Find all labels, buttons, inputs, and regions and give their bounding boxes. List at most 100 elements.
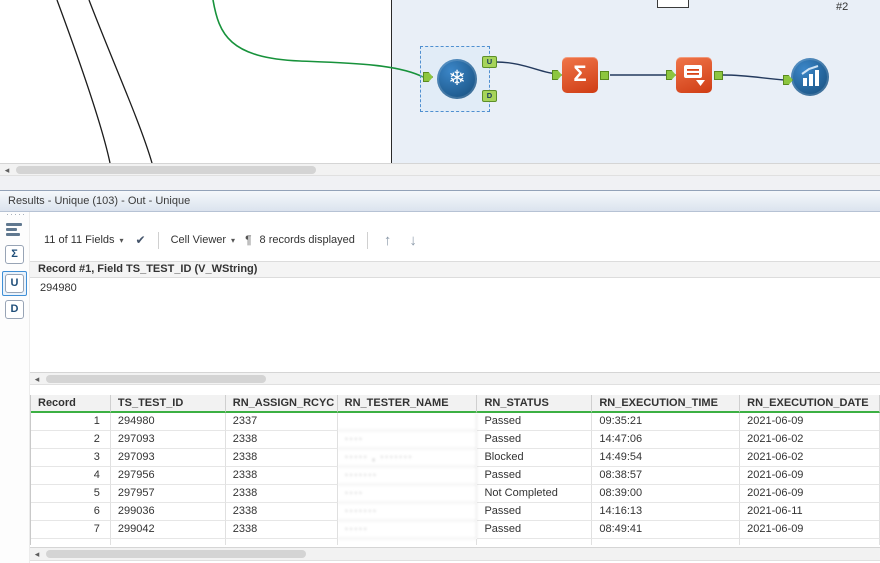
cell-test-id[interactable]: 297957	[110, 485, 226, 503]
table-row[interactable]: 5 297957 2338 ···· Not Completed 08:39:0…	[31, 485, 880, 503]
cell-rcyc[interactable]: 2338	[225, 485, 338, 503]
cell-time[interactable]: 08:39:00	[592, 485, 741, 503]
cell-tester[interactable]: ·····	[337, 521, 478, 539]
cell-time[interactable]: 14:16:13	[592, 503, 741, 521]
fields-dropdown[interactable]: 11 of 11 Fields ▾	[44, 234, 124, 246]
comment-box-partial[interactable]	[657, 0, 689, 8]
cell-tester[interactable]: ·······	[337, 467, 478, 485]
scroll-left-arrow-icon[interactable]: ◂	[0, 164, 14, 175]
cell-record[interactable]: 4	[31, 467, 111, 485]
cell-status[interactable]: Not Completed	[477, 485, 593, 503]
workflow-canvas[interactable]: #2 ❄ U D Σ	[0, 0, 880, 163]
cell-test-id[interactable]: 299042	[110, 521, 226, 539]
wire-u-to-summarize	[495, 61, 558, 75]
column-header[interactable]: RN_ASSIGN_RCYC	[225, 395, 338, 413]
table-row[interactable]: 7 299042 2338 ····· Passed 08:49:41 2021…	[31, 521, 880, 539]
column-header[interactable]: RN_EXECUTION_DATE	[740, 395, 880, 413]
apply-check-icon[interactable]: ✔	[136, 233, 146, 247]
cell-status[interactable]: Passed	[477, 467, 593, 485]
cell-date[interactable]: 2021-06-09	[740, 413, 880, 431]
cell-rcyc[interactable]: 2338	[225, 449, 338, 467]
scroll-up-icon[interactable]: ↑	[384, 232, 392, 249]
cell-status[interactable]: Passed	[477, 503, 593, 521]
summarize-output-anchor[interactable]	[600, 71, 609, 80]
table-row[interactable]: 1 294980 2337 Passed 09:35:21 2021-06-09	[31, 413, 880, 431]
scroll-left-arrow-icon[interactable]: ◂	[30, 373, 44, 384]
canvas-horizontal-scrollbar[interactable]: ◂	[0, 163, 880, 176]
cell-record[interactable]: 2	[31, 431, 111, 449]
window-splitter[interactable]	[0, 176, 880, 190]
unique-tool[interactable]: ❄	[437, 59, 477, 99]
cell-test-id[interactable]: 294980	[110, 413, 226, 431]
table-row[interactable]: 6 299036 2338 ······· Passed 14:16:13 20…	[31, 503, 880, 521]
cell-time[interactable]: 08:38:57	[592, 467, 741, 485]
crosstab-icon	[684, 65, 705, 86]
cell-test-id[interactable]: 297956	[110, 467, 226, 485]
cell-record[interactable]: 7	[31, 521, 111, 539]
cell-status[interactable]: Passed	[477, 431, 593, 449]
unique-output-d-anchor[interactable]: D	[482, 90, 497, 102]
table-row[interactable]: 4 297956 2338 ······· Passed 08:38:57 20…	[31, 467, 880, 485]
cell-test-id[interactable]: 299036	[110, 503, 226, 521]
crosstab-output-anchor[interactable]	[714, 71, 723, 80]
column-header[interactable]: Record	[31, 395, 111, 413]
unique-d-view-icon[interactable]: D	[5, 300, 24, 319]
scroll-down-icon[interactable]: ↓	[409, 232, 417, 249]
cell-test-id[interactable]: 297093	[110, 431, 226, 449]
column-header[interactable]: RN_EXECUTION_TIME	[592, 395, 741, 413]
table-horizontal-scrollbar[interactable]: ◂	[30, 547, 880, 561]
cell-date[interactable]: 2021-06-02	[740, 431, 880, 449]
cell-tester[interactable]: ····	[337, 431, 478, 449]
crosstab-tool[interactable]	[676, 57, 712, 93]
cell-viewer-scrollbar[interactable]: ◂	[30, 372, 880, 385]
cell-status[interactable]: Passed	[477, 521, 593, 539]
cell-date[interactable]: 2021-06-11	[740, 503, 880, 521]
profile-view-icon[interactable]	[6, 223, 24, 237]
summarize-view-icon[interactable]: Σ	[5, 245, 24, 264]
chart-tool[interactable]	[791, 58, 829, 96]
fields-dropdown-label: 11 of 11 Fields	[44, 234, 115, 246]
cell-time[interactable]: 09:35:21	[592, 413, 741, 431]
unique-u-view-selected[interactable]: U	[2, 271, 27, 296]
cell-viewer-dropdown[interactable]: Cell Viewer ▾	[171, 234, 235, 246]
summarize-tool[interactable]: Σ	[562, 57, 598, 93]
cell-rcyc[interactable]: 2338	[225, 503, 338, 521]
canvas-scrollbar-thumb[interactable]	[16, 166, 316, 174]
cell-tester[interactable]: ····· , ·······	[337, 449, 478, 467]
cell-time[interactable]: 08:49:41	[592, 521, 741, 539]
scroll-left-arrow-icon[interactable]: ◂	[30, 548, 44, 560]
column-header[interactable]: RN_STATUS	[477, 395, 593, 413]
table-row-partial[interactable]	[31, 539, 880, 545]
whitespace-toggle-icon[interactable]: ¶	[245, 233, 251, 247]
unique-output-u-anchor[interactable]: U	[482, 56, 497, 68]
cell-status[interactable]: Passed	[477, 413, 593, 431]
cell-record[interactable]: 5	[31, 485, 111, 503]
column-header[interactable]: RN_TESTER_NAME	[337, 395, 478, 413]
snowflake-icon: ❄	[448, 67, 466, 90]
cell-tester[interactable]	[337, 413, 478, 431]
cell-status[interactable]: Blocked	[477, 449, 593, 467]
container-label: #2	[836, 1, 849, 13]
cell-date[interactable]: 2021-06-09	[740, 485, 880, 503]
cell-time[interactable]: 14:47:06	[592, 431, 741, 449]
table-scrollbar-thumb[interactable]	[46, 550, 306, 558]
cell-record[interactable]: 6	[31, 503, 111, 521]
cell-time[interactable]: 14:49:54	[592, 449, 741, 467]
cell-record[interactable]: 1	[31, 413, 111, 431]
cell-test-id[interactable]: 297093	[110, 449, 226, 467]
cell-date[interactable]: 2021-06-09	[740, 467, 880, 485]
cell-rcyc[interactable]: 2338	[225, 467, 338, 485]
cell-rcyc[interactable]: 2338	[225, 431, 338, 449]
cell-tester[interactable]: ····	[337, 485, 478, 503]
unique-u-view-icon: U	[5, 274, 24, 293]
cell-record[interactable]: 3	[31, 449, 111, 467]
table-row[interactable]: 3 297093 2338 ····· , ······· Blocked 14…	[31, 449, 880, 467]
table-row[interactable]: 2 297093 2338 ···· Passed 14:47:06 2021-…	[31, 431, 880, 449]
cell-rcyc[interactable]: 2337	[225, 413, 338, 431]
column-header[interactable]: TS_TEST_ID	[110, 395, 226, 413]
cell-rcyc[interactable]: 2338	[225, 521, 338, 539]
cell-date[interactable]: 2021-06-09	[740, 521, 880, 539]
cell-date[interactable]: 2021-06-02	[740, 449, 880, 467]
cell-tester[interactable]: ·······	[337, 503, 478, 521]
cell-viewer-scrollbar-thumb[interactable]	[46, 375, 266, 383]
